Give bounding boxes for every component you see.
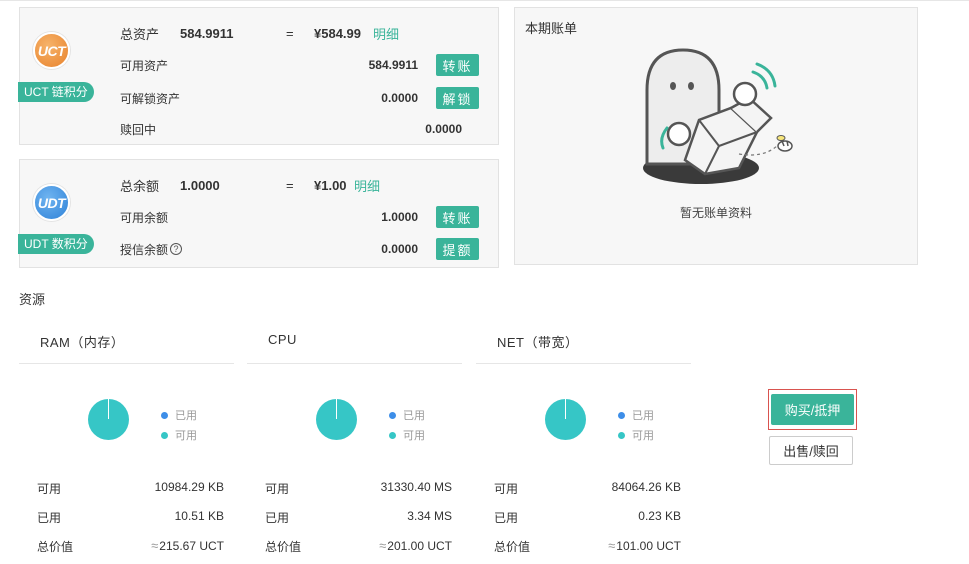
udt-credit-row: 授信余额 ? 0.0000 提额 xyxy=(120,238,480,260)
resource-cpu-value: 总价值 ≈201.00 UCT xyxy=(265,538,452,554)
resource-ram-used: 已用 10.51 KB xyxy=(37,509,224,525)
uct-redeeming-label: 赎回中 xyxy=(120,122,157,137)
uct-detail-link[interactable]: 明细 xyxy=(373,24,399,43)
udt-available-value: 1.0000 xyxy=(381,210,418,224)
resource-cpu-used: 已用 3.34 MS xyxy=(265,509,452,525)
uct-tag: UCT 链积分 xyxy=(18,82,94,102)
resource-net-available: 可用 84064.26 KB xyxy=(494,480,681,496)
uct-total-value: 584.9911 xyxy=(180,25,234,41)
udt-balance-card: UDT UDT 数积分 总余额 1.0000 = ¥1.00 明细 可用余额 1… xyxy=(18,159,499,268)
udt-total-label: 总余额 xyxy=(120,178,160,194)
bill-card: 本期账单 暂无账单资料 xyxy=(514,7,918,265)
udt-detail-link[interactable]: 明细 xyxy=(354,176,380,195)
uct-total-row: 总资产 584.9911 = ¥584.99 明细 xyxy=(120,22,480,44)
uct-unlockable-row: 可解锁资产 0.0000 解锁 xyxy=(120,87,480,109)
uct-available-value: 584.9911 xyxy=(368,58,418,72)
udt-total-row: 总余额 1.0000 = ¥1.00 明细 xyxy=(120,174,480,196)
resource-cpu-title: CPU xyxy=(247,320,462,364)
uct-fiat-value: ¥584.99 xyxy=(314,25,361,41)
uct-available-label: 可用资产 xyxy=(120,58,169,73)
legend-available-dot-icon xyxy=(389,431,396,439)
legend-used-dot-icon xyxy=(389,411,396,419)
resource-cpu-pie-chart xyxy=(316,399,357,440)
udt-coin-icon: UDT xyxy=(33,184,70,221)
resource-net-panel: NET（带宽） 已用 可用 可用 84064.26 KB 已用 0.23 KB 总价… xyxy=(476,320,691,554)
udt-transfer-button[interactable]: 转账 xyxy=(436,206,479,228)
legend-available: 可用 xyxy=(618,427,654,443)
resource-net-title: NET（带宽） xyxy=(476,320,691,364)
udt-fiat-value: ¥1.00 xyxy=(314,177,347,193)
uct-unlockable-value: 0.0000 xyxy=(381,91,418,105)
legend-used: 已用 xyxy=(618,407,654,423)
legend-used: 已用 xyxy=(161,407,197,423)
uct-redeeming-row: 赎回中 0.0000 xyxy=(120,118,480,140)
udt-tag: UDT 数积分 xyxy=(18,234,94,254)
udt-equals: = xyxy=(286,177,294,193)
resource-cpu-available: 可用 31330.40 MS xyxy=(265,480,452,496)
empty-mailbox-illustration-icon xyxy=(643,48,793,184)
approx-icon: ≈ xyxy=(379,538,387,553)
buy-stake-button[interactable]: 购买/抵押 xyxy=(771,394,854,425)
help-icon[interactable]: ? xyxy=(170,243,183,255)
resource-net-pie-chart xyxy=(545,399,586,440)
resource-ram-title: RAM（内存） xyxy=(19,320,234,364)
uct-available-row: 可用资产 584.9911 转账 xyxy=(120,54,480,76)
resource-ram-value: 总价值 ≈215.67 UCT xyxy=(37,538,224,554)
udt-credit-label: 授信余额 xyxy=(120,242,169,257)
uct-unlockable-label: 可解锁资产 xyxy=(120,91,181,106)
approx-icon: ≈ xyxy=(151,538,159,553)
legend-used-dot-icon xyxy=(618,411,625,419)
top-divider xyxy=(0,0,969,1)
uct-transfer-button[interactable]: 转账 xyxy=(436,54,479,76)
resource-net-value: 总价值 ≈101.00 UCT xyxy=(494,538,681,554)
udt-available-label: 可用余额 xyxy=(120,210,169,225)
resource-net-used: 已用 0.23 KB xyxy=(494,509,681,525)
resource-cpu-panel: CPU 已用 可用 可用 31330.40 MS 已用 3.34 MS 总价值 ≈20… xyxy=(247,320,462,554)
legend-available: 可用 xyxy=(161,427,197,443)
bill-empty-text: 暂无账单资料 xyxy=(679,206,752,220)
uct-coin-icon: UCT xyxy=(33,32,70,69)
legend-used: 已用 xyxy=(389,407,425,423)
udt-raise-limit-button[interactable]: 提额 xyxy=(436,238,479,260)
uct-total-label: 总资产 xyxy=(120,26,160,42)
resource-ram-panel: RAM（内存） 已用 可用 可用 10984.29 KB 已用 10.51 KB 总… xyxy=(19,320,234,554)
resource-ram-pie-chart xyxy=(88,399,129,440)
uct-unlock-button[interactable]: 解锁 xyxy=(436,87,479,109)
udt-available-row: 可用余额 1.0000 转账 xyxy=(120,206,480,228)
udt-credit-value: 0.0000 xyxy=(381,242,418,256)
uct-equals: = xyxy=(286,25,294,41)
legend-available-dot-icon xyxy=(618,431,625,439)
approx-icon: ≈ xyxy=(608,538,616,553)
bill-title: 本期账单 xyxy=(525,21,578,36)
resource-ram-available: 可用 10984.29 KB xyxy=(37,480,224,496)
legend-available-dot-icon xyxy=(161,431,168,439)
uct-redeeming-value: 0.0000 xyxy=(425,122,462,136)
uct-asset-card: UCT UCT 链积分 总资产 584.9911 = ¥584.99 明细 可用… xyxy=(18,7,499,145)
legend-available: 可用 xyxy=(389,427,425,443)
buy-button-highlight: 购买/抵押 xyxy=(768,389,857,430)
resources-title: 资源 xyxy=(19,292,46,307)
sell-redeem-button[interactable]: 出售/赎回 xyxy=(769,436,853,465)
legend-used-dot-icon xyxy=(161,411,168,419)
udt-total-value: 1.0000 xyxy=(180,177,220,193)
